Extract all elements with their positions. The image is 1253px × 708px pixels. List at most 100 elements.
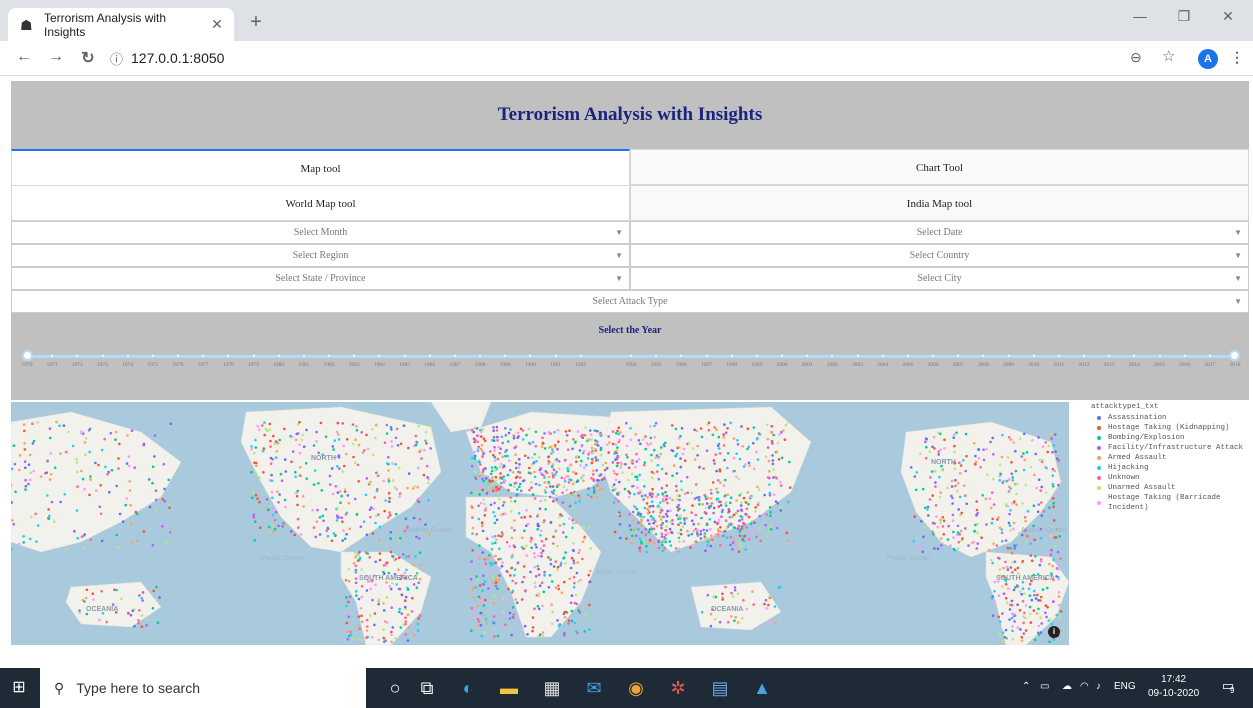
attack-point[interactable]	[683, 517, 686, 520]
attack-point[interactable]	[89, 478, 92, 481]
attack-point[interactable]	[616, 446, 619, 449]
attack-point[interactable]	[536, 528, 539, 531]
attack-point[interactable]	[13, 462, 17, 466]
attack-point[interactable]	[258, 428, 261, 432]
attack-point[interactable]	[759, 539, 763, 543]
attack-point[interactable]	[1009, 603, 1012, 607]
tray-chevron-icon[interactable]: ⌃	[1022, 681, 1030, 692]
attack-point[interactable]	[479, 623, 483, 627]
attack-point[interactable]	[697, 498, 701, 502]
attack-point[interactable]	[638, 491, 641, 495]
attack-point[interactable]	[397, 466, 401, 470]
attack-point[interactable]	[365, 433, 368, 437]
attack-point[interactable]	[258, 500, 261, 504]
attack-point[interactable]	[705, 529, 709, 532]
attack-point[interactable]	[250, 445, 253, 448]
attack-point[interactable]	[354, 551, 357, 555]
attack-point[interactable]	[755, 450, 758, 454]
attack-point[interactable]	[1030, 559, 1034, 563]
attack-point[interactable]	[732, 456, 736, 460]
attack-point[interactable]	[664, 540, 667, 544]
attack-point[interactable]	[501, 561, 504, 564]
attack-point[interactable]	[354, 571, 358, 574]
attack-point[interactable]	[1022, 632, 1026, 635]
attack-point[interactable]	[1004, 596, 1008, 600]
attack-point[interactable]	[649, 442, 653, 445]
attack-point[interactable]	[665, 484, 669, 487]
attack-point[interactable]	[965, 454, 968, 458]
attack-point[interactable]	[702, 528, 705, 532]
attack-point[interactable]	[48, 514, 51, 518]
attack-point[interactable]	[696, 496, 699, 499]
attack-point[interactable]	[650, 500, 654, 503]
attack-point[interactable]	[644, 533, 648, 537]
attack-point[interactable]	[272, 524, 275, 528]
attack-point[interactable]	[263, 433, 266, 437]
attack-point[interactable]	[427, 481, 430, 485]
attack-point[interactable]	[727, 523, 731, 527]
attack-point[interactable]	[251, 496, 254, 500]
attack-point[interactable]	[956, 524, 960, 528]
attack-point[interactable]	[284, 470, 288, 473]
attack-point[interactable]	[23, 448, 27, 451]
attack-point[interactable]	[394, 436, 398, 440]
attack-point[interactable]	[778, 480, 782, 484]
attack-point[interactable]	[331, 492, 335, 496]
attack-point[interactable]	[540, 445, 544, 449]
minimize-button[interactable]: —	[1120, 8, 1160, 24]
attack-point[interactable]	[554, 586, 558, 589]
attack-point[interactable]	[117, 545, 120, 549]
attack-point[interactable]	[478, 557, 481, 561]
attack-point[interactable]	[645, 545, 648, 548]
attack-point[interactable]	[418, 517, 422, 521]
attack-point[interactable]	[710, 534, 713, 537]
attack-point[interactable]	[938, 495, 942, 499]
attack-point[interactable]	[373, 612, 377, 615]
attack-point[interactable]	[650, 470, 654, 474]
attack-point[interactable]	[745, 607, 748, 611]
attack-point[interactable]	[1045, 466, 1048, 470]
attack-point[interactable]	[741, 526, 744, 530]
attack-point[interactable]	[1011, 638, 1014, 641]
attack-point[interactable]	[637, 528, 640, 531]
year-slider-dot[interactable]	[754, 354, 759, 358]
attack-point[interactable]	[1012, 441, 1015, 444]
attack-point[interactable]	[533, 452, 536, 456]
attack-point[interactable]	[607, 435, 610, 438]
attack-point[interactable]	[733, 619, 736, 622]
attack-point[interactable]	[585, 463, 588, 467]
attack-point[interactable]	[365, 618, 369, 622]
attack-point[interactable]	[679, 528, 683, 532]
attack-point[interactable]	[571, 526, 574, 530]
attack-point[interactable]	[47, 516, 50, 520]
attack-point[interactable]	[644, 528, 647, 531]
attack-point[interactable]	[495, 425, 499, 429]
attack-point[interactable]	[484, 617, 488, 621]
attack-point[interactable]	[1046, 450, 1049, 454]
attack-point[interactable]	[700, 610, 704, 614]
attack-point[interactable]	[572, 542, 575, 545]
attack-point[interactable]	[722, 433, 725, 436]
attack-point[interactable]	[373, 623, 376, 627]
attack-point[interactable]	[83, 487, 86, 491]
attack-point[interactable]	[489, 563, 493, 567]
attack-point[interactable]	[268, 428, 272, 431]
attack-point[interactable]	[690, 491, 693, 495]
attack-point[interactable]	[942, 519, 946, 523]
attack-point[interactable]	[261, 449, 265, 453]
attack-point[interactable]	[348, 595, 352, 598]
attack-point[interactable]	[716, 522, 719, 525]
year-slider-dot[interactable]	[150, 354, 155, 358]
attack-point[interactable]	[675, 498, 679, 501]
attack-point[interactable]	[351, 637, 355, 640]
attack-point[interactable]	[12, 522, 15, 526]
attack-point[interactable]	[493, 446, 496, 449]
attack-point[interactable]	[1029, 554, 1033, 557]
attack-point[interactable]	[75, 457, 78, 461]
attack-point[interactable]	[677, 523, 680, 526]
attack-point[interactable]	[312, 444, 316, 447]
attack-point[interactable]	[496, 579, 500, 582]
attack-point[interactable]	[1032, 609, 1036, 612]
attack-point[interactable]	[764, 455, 768, 458]
attack-point[interactable]	[1012, 521, 1016, 525]
